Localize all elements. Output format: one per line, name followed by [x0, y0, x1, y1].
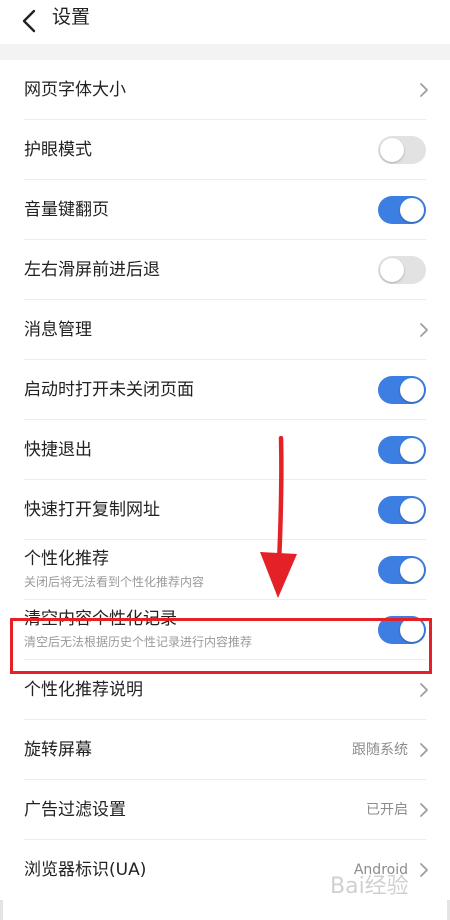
setting-label: 左右滑屏前进后退	[24, 260, 160, 280]
setting-value: 已开启	[366, 802, 408, 818]
toggle-knob	[400, 618, 424, 642]
toggle-switch[interactable]	[378, 436, 426, 464]
setting-row-2: 护眼模式	[0, 120, 450, 180]
section-gap	[0, 44, 450, 60]
page-title: 设置	[52, 6, 91, 28]
setting-label: 广告过滤设置	[24, 800, 126, 820]
chevron-right-icon	[420, 803, 428, 817]
setting-label: 启动时打开未关闭页面	[24, 380, 194, 400]
setting-row-7: 快捷退出	[0, 420, 450, 480]
toggle-switch[interactable]	[378, 496, 426, 524]
header-bar: 设置	[0, 0, 450, 44]
setting-label: 个性化推荐	[24, 549, 109, 569]
setting-row-8: 快速打开复制网址	[0, 480, 450, 540]
setting-value: 跟随系统	[352, 742, 408, 758]
chevron-right-icon	[420, 323, 428, 337]
setting-row-5[interactable]: 消息管理	[0, 300, 450, 360]
chevron-left-icon	[22, 9, 36, 33]
setting-label: 快速打开复制网址	[24, 500, 160, 520]
setting-row-1[interactable]: 网页字体大小	[0, 60, 450, 120]
setting-label: 清空内容个性化记录	[24, 609, 177, 629]
toggle-switch[interactable]	[378, 616, 426, 644]
setting-row-12[interactable]: 旋转屏幕 跟随系统	[0, 720, 450, 780]
toggle-knob	[400, 378, 424, 402]
back-button[interactable]	[16, 6, 46, 36]
setting-row-3: 音量键翻页	[0, 180, 450, 240]
toggle-knob	[380, 138, 404, 162]
toggle-knob	[380, 258, 404, 282]
toggle-switch[interactable]	[378, 256, 426, 284]
setting-row-11[interactable]: 个性化推荐说明	[0, 660, 450, 720]
setting-label: 音量键翻页	[24, 200, 109, 220]
setting-row-14[interactable]: 浏览器标识(UA) Android	[0, 840, 450, 900]
toggle-knob	[400, 498, 424, 522]
chevron-right-icon	[420, 863, 428, 877]
toggle-switch[interactable]	[378, 376, 426, 404]
setting-description: 关闭后将无法看到个性化推荐内容	[24, 575, 205, 589]
toggle-switch[interactable]	[378, 196, 426, 224]
setting-row-6: 启动时打开未关闭页面	[0, 360, 450, 420]
setting-label: 个性化推荐说明	[24, 680, 143, 700]
chevron-right-icon	[420, 83, 428, 97]
setting-label: 消息管理	[24, 320, 92, 340]
setting-label: 旋转屏幕	[24, 740, 92, 760]
setting-label: 浏览器标识(UA)	[24, 860, 147, 880]
setting-description: 清空后无法根据历史个性记录进行内容推荐	[24, 635, 253, 649]
setting-label: 网页字体大小	[24, 80, 126, 100]
toggle-knob	[400, 558, 424, 582]
setting-row-4: 左右滑屏前进后退	[0, 240, 450, 300]
setting-row-9: 个性化推荐关闭后将无法看到个性化推荐内容	[0, 540, 450, 600]
toggle-switch[interactable]	[378, 136, 426, 164]
setting-row-13[interactable]: 广告过滤设置 已开启	[0, 780, 450, 840]
setting-label: 快捷退出	[24, 440, 92, 460]
setting-row-10: 清空内容个性化记录清空后无法根据历史个性记录进行内容推荐	[0, 600, 450, 660]
setting-label: 护眼模式	[24, 140, 92, 160]
toggle-knob	[400, 198, 424, 222]
toggle-knob	[400, 438, 424, 462]
chevron-right-icon	[420, 743, 428, 757]
setting-value: Android	[353, 862, 408, 878]
toggle-switch[interactable]	[378, 556, 426, 584]
chevron-right-icon	[420, 683, 428, 697]
